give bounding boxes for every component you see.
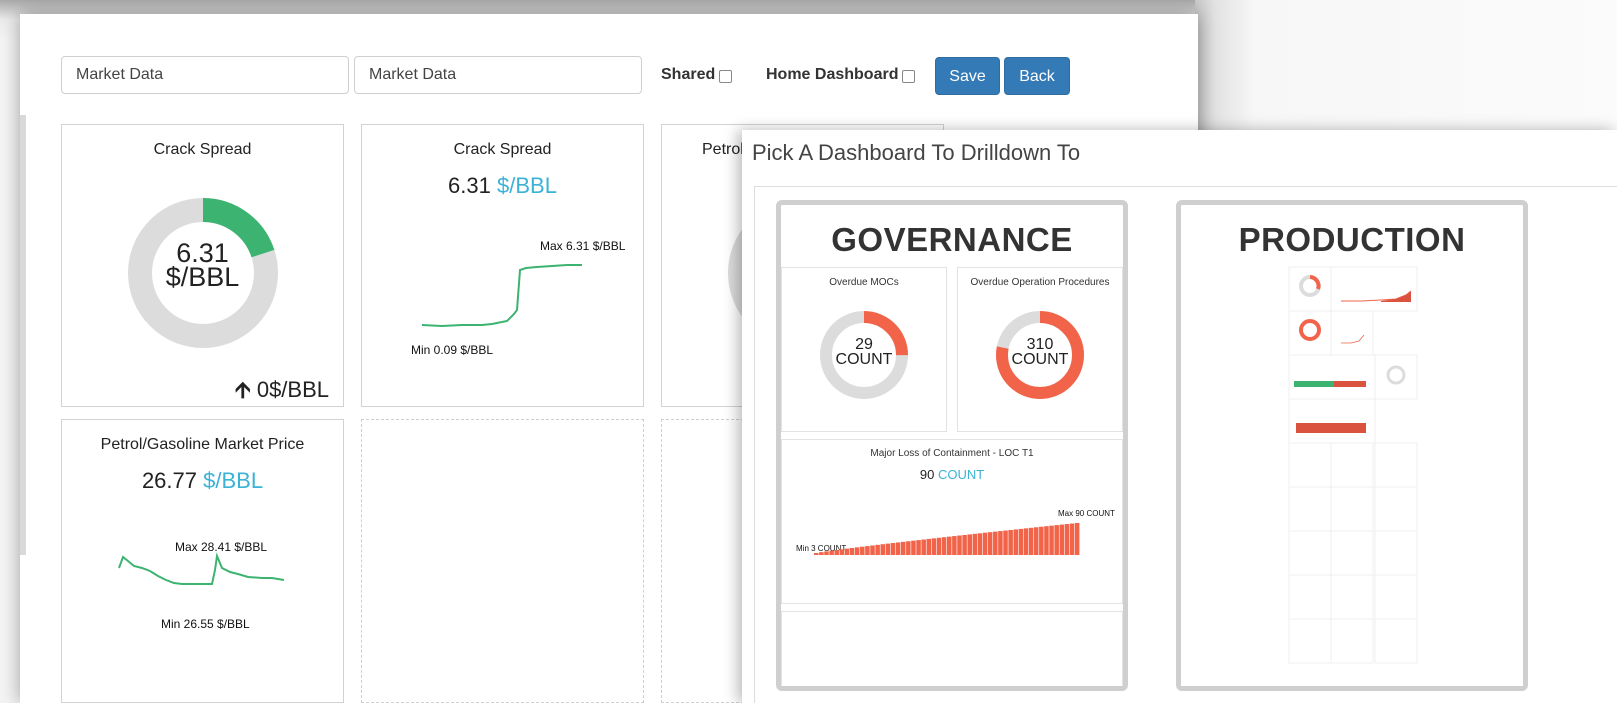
loc-bar <box>1023 528 1029 555</box>
loc-bar <box>931 538 937 555</box>
loc-bar <box>1044 526 1049 555</box>
loc-bar <box>1003 530 1008 555</box>
loc-bar <box>998 531 1003 555</box>
save-button[interactable]: Save <box>935 57 1000 95</box>
loc-bar <box>1013 529 1019 555</box>
loc-bar <box>921 539 926 555</box>
loc-bar <box>895 542 901 555</box>
change-value: 0$/BBL <box>256 377 329 402</box>
loc-bar <box>993 531 998 555</box>
loc-bar <box>860 546 865 555</box>
loc-bar <box>844 548 850 555</box>
loc-bar <box>1039 526 1044 555</box>
loc-bar <box>849 547 855 555</box>
gauge-value-unit: COUNT <box>835 351 893 368</box>
back-button[interactable]: Back <box>1004 57 1070 95</box>
arrow-up-icon: 🡩 <box>234 377 251 402</box>
loc-bar <box>972 533 978 555</box>
loc-bar <box>967 534 972 555</box>
gauge-value-number: 310 <box>1026 336 1054 353</box>
loc-bar <box>1069 523 1075 555</box>
loc-bar <box>977 533 983 555</box>
loc-bar <box>829 550 834 555</box>
loc-bar <box>819 552 824 555</box>
loc-bar <box>834 549 839 555</box>
loc-bar <box>962 534 967 555</box>
home-dashboard-label: Home Dashboard <box>766 66 899 83</box>
background-right-frame <box>1195 0 1617 140</box>
mini-widget-overdue-operation-procedures: Overdue Operation Procedures 310 COUNT <box>957 267 1123 432</box>
sparkline-chart <box>421 264 582 328</box>
loc-bar <box>906 541 911 555</box>
loc-bar <box>1059 524 1065 555</box>
gauge-value-unit: COUNT <box>1011 351 1069 368</box>
dashboard-card-production[interactable]: PRODUCTION <box>1176 200 1528 691</box>
dashboard-description-input[interactable] <box>354 56 642 94</box>
modal-title: Pick A Dashboard To Drilldown To <box>752 140 1081 165</box>
sparkline-series <box>421 264 582 328</box>
production-thumbnail <box>1288 266 1418 664</box>
loc-bar <box>865 546 870 555</box>
loc-bar <box>875 544 880 555</box>
loc-bar <box>1033 527 1039 555</box>
loc-bar <box>814 553 819 555</box>
loc-bar <box>824 551 829 555</box>
loc-bar <box>1064 524 1070 555</box>
gauge-value: 29 COUNT <box>782 336 946 368</box>
shared-label: Shared <box>661 66 716 83</box>
loc-bar <box>941 537 947 555</box>
mini-widget-loss-of-containment: Major Loss of Containment - LOC T1 90 CO… <box>781 439 1123 604</box>
loc-bar <box>1049 525 1054 555</box>
loc-bar <box>947 536 952 555</box>
dashboard-name-input[interactable] <box>61 56 349 94</box>
change-indicator: 🡩 0$/BBL <box>235 373 329 411</box>
drilldown-modal: Pick A Dashboard To Drilldown To GOVERNA… <box>742 130 1617 703</box>
loc-bar <box>982 532 988 555</box>
loc-bar <box>911 540 916 555</box>
loc-bar <box>900 541 906 555</box>
gauge-value-unit: $/BBL <box>165 262 240 292</box>
widget-crack-spread-sparkline[interactable]: Crack Spread 6.31 $/BBL Max 6.31 $/BBL M… <box>361 124 644 407</box>
loc-bar <box>870 545 875 555</box>
scrollbar-left[interactable] <box>20 115 26 555</box>
sparkline-chart <box>118 552 285 585</box>
loc-bar <box>957 535 962 555</box>
loc-bar <box>936 537 942 555</box>
gauge-value-number: 29 <box>855 336 873 353</box>
loc-bar <box>952 536 957 555</box>
sparkline-series <box>118 552 285 585</box>
loc-bar <box>1018 528 1024 555</box>
home-dashboard-checkbox[interactable] <box>902 70 915 83</box>
loc-bar <box>1074 523 1080 555</box>
loc-bar <box>885 543 891 555</box>
mini-widget-empty <box>781 611 1123 686</box>
loc-bar <box>839 549 845 555</box>
loc-bar <box>854 547 860 555</box>
dashboard-card-title: GOVERNANCE <box>831 221 1073 258</box>
loc-bar <box>1028 527 1034 555</box>
gauge-value: 310 COUNT <box>958 336 1122 368</box>
loc-bar <box>880 544 886 555</box>
empty-widget-slot[interactable] <box>361 419 644 703</box>
gauge-value: 6.31 $/BBL <box>62 240 343 292</box>
widget-petrol-sparkline[interactable]: Petrol/Gasoline Market Price 26.77 $/BBL… <box>61 419 344 703</box>
loc-bar <box>1054 525 1059 555</box>
loc-bar-chart <box>814 523 1080 555</box>
loc-bar <box>916 540 921 555</box>
loc-bar <box>890 543 896 555</box>
shared-checkbox[interactable] <box>719 70 732 83</box>
widget-crack-spread-gauge[interactable]: Crack Spread 6.31 $/BBL 🡩 0$/BBL <box>61 124 344 407</box>
loc-bar <box>1008 529 1013 555</box>
dashboard-card-governance[interactable]: GOVERNANCE Overdue MOCs 29 COUNT Overdue… <box>776 200 1128 691</box>
loc-bar <box>926 538 932 555</box>
mini-widget-overdue-mocs: Overdue MOCs 29 COUNT <box>781 267 947 432</box>
loc-bar <box>987 532 993 555</box>
